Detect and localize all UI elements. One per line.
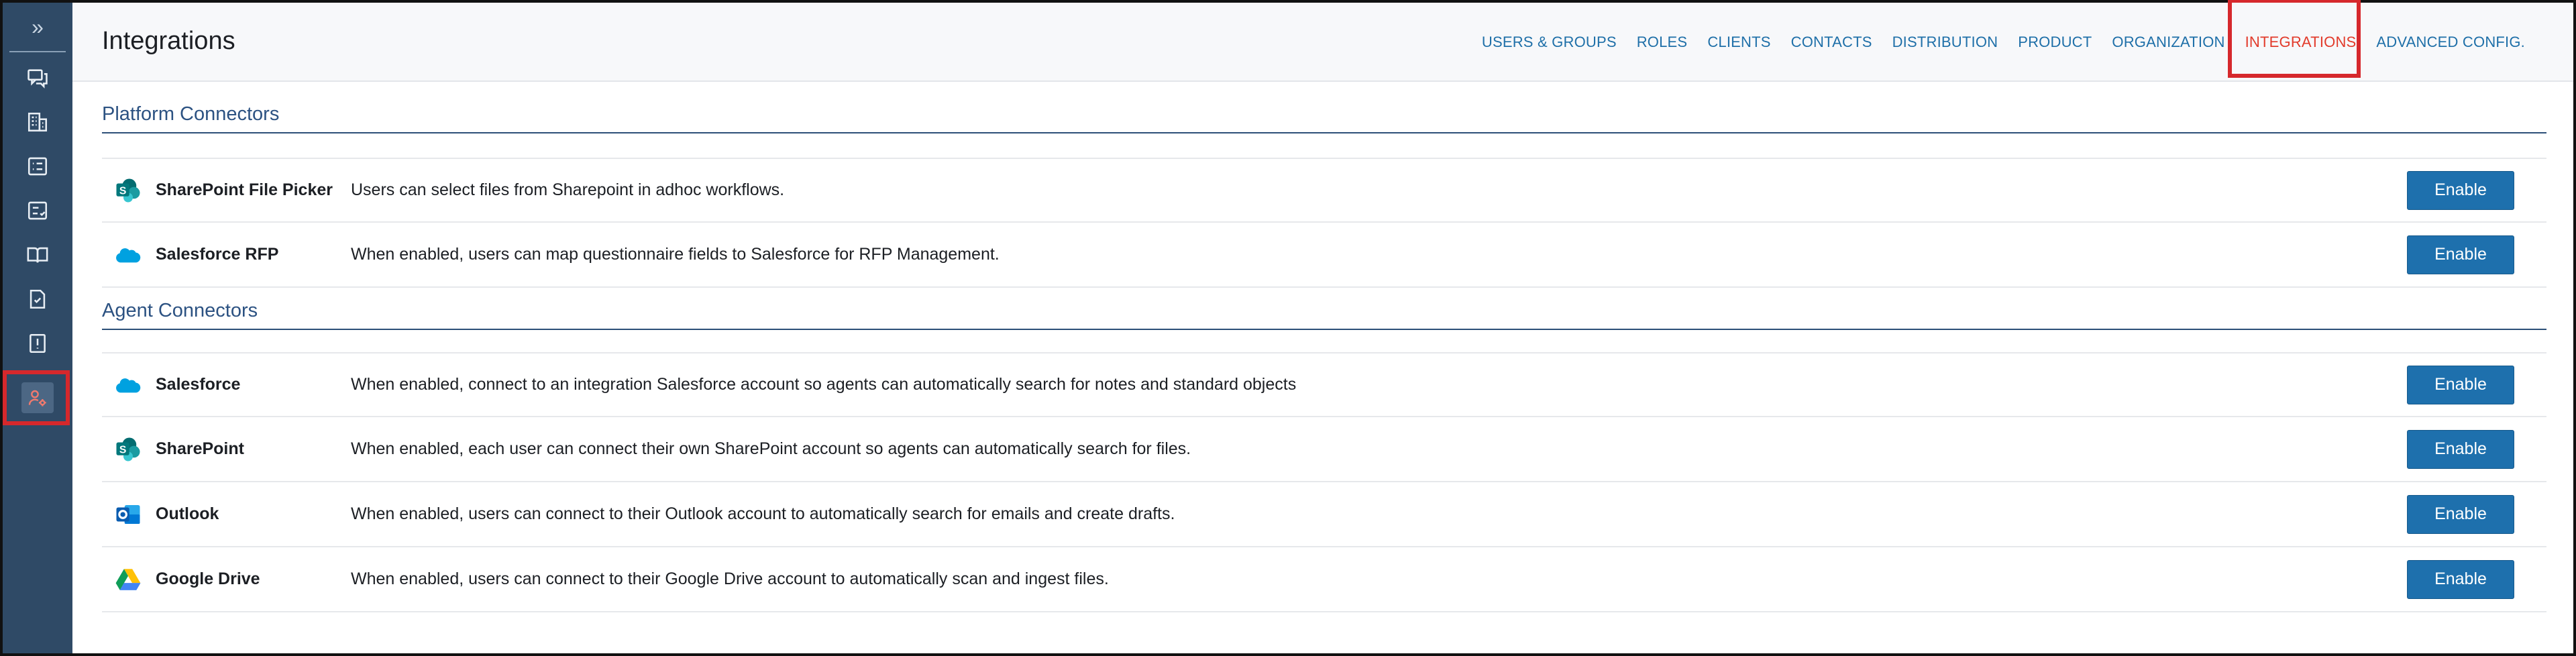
sidebar-item-organizations[interactable] <box>24 109 51 135</box>
tab-organization[interactable]: ORGANIZATION <box>2112 34 2224 51</box>
sidebar: » <box>3 3 72 653</box>
platform-connectors-section: Platform Connectors S SharePoint File Pi… <box>102 103 2546 288</box>
connector-row: S SharePoint When enabled, each user can… <box>102 417 2546 482</box>
enable-button[interactable]: Enable <box>2407 494 2514 534</box>
main-content: Platform Connectors S SharePoint File Pi… <box>102 82 2546 612</box>
tab-roles[interactable]: ROLES <box>1637 34 1688 51</box>
checklist-icon <box>28 201 48 220</box>
connector-description: When enabled, connect to an integration … <box>351 375 1297 394</box>
section-title: Agent Connectors <box>102 300 258 321</box>
connector-row: Salesforce When enabled, connect to an i… <box>102 352 2546 417</box>
connector-name: Salesforce RFP <box>156 245 279 264</box>
sidebar-item-reviews[interactable] <box>24 286 51 313</box>
admin-nav: USERS & GROUPS ROLES CLIENTS CONTACTS DI… <box>1462 0 2525 82</box>
section-title: Platform Connectors <box>102 103 280 125</box>
enable-button[interactable]: Enable <box>2407 429 2514 469</box>
sidebar-item-issues[interactable] <box>24 330 51 357</box>
connector-row: Outlook When enabled, users can connect … <box>102 482 2546 547</box>
sidebar-divider <box>9 51 66 52</box>
user-settings-icon <box>28 390 46 406</box>
connector-name: SharePoint File Picker <box>156 180 333 199</box>
sidebar-item-admin-highlight <box>3 370 70 425</box>
connector-name: Outlook <box>156 504 219 523</box>
connector-name: Salesforce <box>156 375 241 394</box>
sidebar-item-chat[interactable] <box>24 64 51 91</box>
enable-button[interactable]: Enable <box>2407 235 2514 274</box>
connector-description: When enabled, each user can connect thei… <box>351 439 1191 458</box>
connector-row: Google Drive When enabled, users can con… <box>102 547 2546 612</box>
salesforce-icon <box>114 371 142 399</box>
svg-text:S: S <box>119 185 127 197</box>
connector-description: When enabled, users can connect to their… <box>351 504 1175 523</box>
list-icon <box>28 157 48 176</box>
book-icon <box>27 247 48 263</box>
enable-button[interactable]: Enable <box>2407 559 2514 599</box>
svg-text:S: S <box>119 444 127 455</box>
salesforce-icon <box>114 241 142 269</box>
connector-name: Google Drive <box>156 569 260 588</box>
double-chevron-right-icon: » <box>32 14 44 39</box>
sidebar-item-library[interactable] <box>24 241 51 268</box>
alert-document-icon <box>30 333 46 353</box>
tab-advanced-config[interactable]: ADVANCED CONFIG. <box>2376 34 2525 51</box>
outlook-icon <box>114 500 142 529</box>
enable-button[interactable]: Enable <box>2407 365 2514 404</box>
document-check-icon <box>30 289 46 309</box>
chat-icon <box>28 69 48 89</box>
sidebar-item-checklists[interactable] <box>24 197 51 224</box>
tab-distribution[interactable]: DISTRIBUTION <box>1892 34 1998 51</box>
connector-description: Users can select files from Sharepoint i… <box>351 180 785 199</box>
page-title: Integrations <box>102 27 235 55</box>
sharepoint-icon: S <box>114 176 142 205</box>
tab-clients[interactable]: CLIENTS <box>1707 34 1770 51</box>
connector-row: S SharePoint File Picker Users can selec… <box>102 158 2546 223</box>
header: Integrations USERS & GROUPS ROLES CLIENT… <box>72 0 2573 82</box>
tab-product[interactable]: PRODUCT <box>2018 34 2092 51</box>
google-drive-icon <box>114 565 142 594</box>
connector-description: When enabled, users can connect to their… <box>351 569 1109 588</box>
tab-integrations-wrapper: INTEGRATIONS <box>2227 0 2361 78</box>
enable-button[interactable]: Enable <box>2407 170 2514 210</box>
sidebar-item-lists[interactable] <box>24 153 51 180</box>
agent-connectors-section: Agent Connectors Salesforce When enabled… <box>102 300 2546 612</box>
connector-row: Salesforce RFP When enabled, users can m… <box>102 223 2546 288</box>
tab-users-groups[interactable]: USERS & GROUPS <box>1482 34 1617 51</box>
sharepoint-icon: S <box>114 435 142 463</box>
sidebar-expand-button[interactable]: » <box>3 3 72 51</box>
connector-name: SharePoint <box>156 439 244 458</box>
tab-contacts[interactable]: CONTACTS <box>1791 34 1872 51</box>
sidebar-item-admin[interactable] <box>21 382 54 413</box>
tab-integrations-highlight <box>2227 0 2361 78</box>
connector-description: When enabled, users can map questionnair… <box>351 245 1000 264</box>
building-icon <box>28 112 48 132</box>
